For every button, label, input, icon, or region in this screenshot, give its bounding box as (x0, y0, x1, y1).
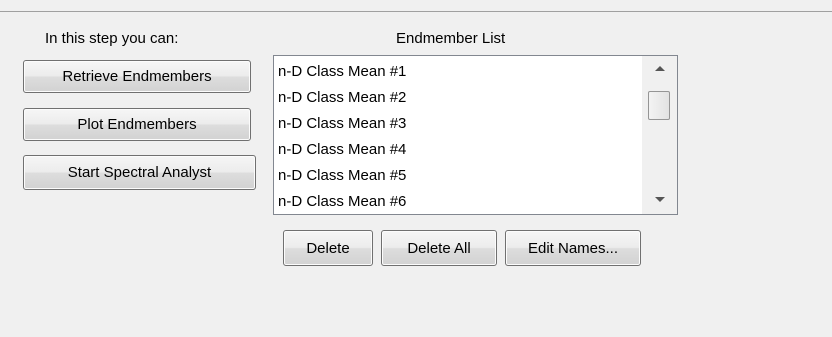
start-spectral-analyst-button[interactable]: Start Spectral Analyst (23, 155, 256, 190)
scroll-thumb[interactable] (648, 91, 670, 120)
step-heading: In this step you can: (45, 30, 179, 47)
list-item[interactable]: n-D Class Mean #5 (278, 163, 406, 189)
endmember-listbox[interactable]: n-D Class Mean #1 n-D Class Mean #2 n-D … (273, 55, 678, 215)
endmember-list-heading: Endmember List (396, 30, 506, 47)
list-item[interactable]: n-D Class Mean #3 (278, 111, 406, 137)
list-item[interactable]: n-D Class Mean #1 (278, 59, 406, 85)
list-scrollbar[interactable] (642, 56, 677, 214)
list-item[interactable]: n-D Class Mean #4 (278, 137, 406, 163)
list-item[interactable]: n-D Class Mean #6 (278, 189, 406, 214)
scroll-up-arrow-icon[interactable] (655, 66, 665, 71)
plot-endmembers-button[interactable]: Plot Endmembers (23, 108, 251, 141)
delete-all-button[interactable]: Delete All (381, 230, 497, 266)
list-item[interactable]: n-D Class Mean #2 (278, 85, 406, 111)
scroll-down-arrow-icon[interactable] (655, 197, 665, 202)
delete-button[interactable]: Delete (283, 230, 373, 266)
top-divider (0, 11, 832, 12)
edit-names-button[interactable]: Edit Names... (505, 230, 641, 266)
retrieve-endmembers-button[interactable]: Retrieve Endmembers (23, 60, 251, 93)
